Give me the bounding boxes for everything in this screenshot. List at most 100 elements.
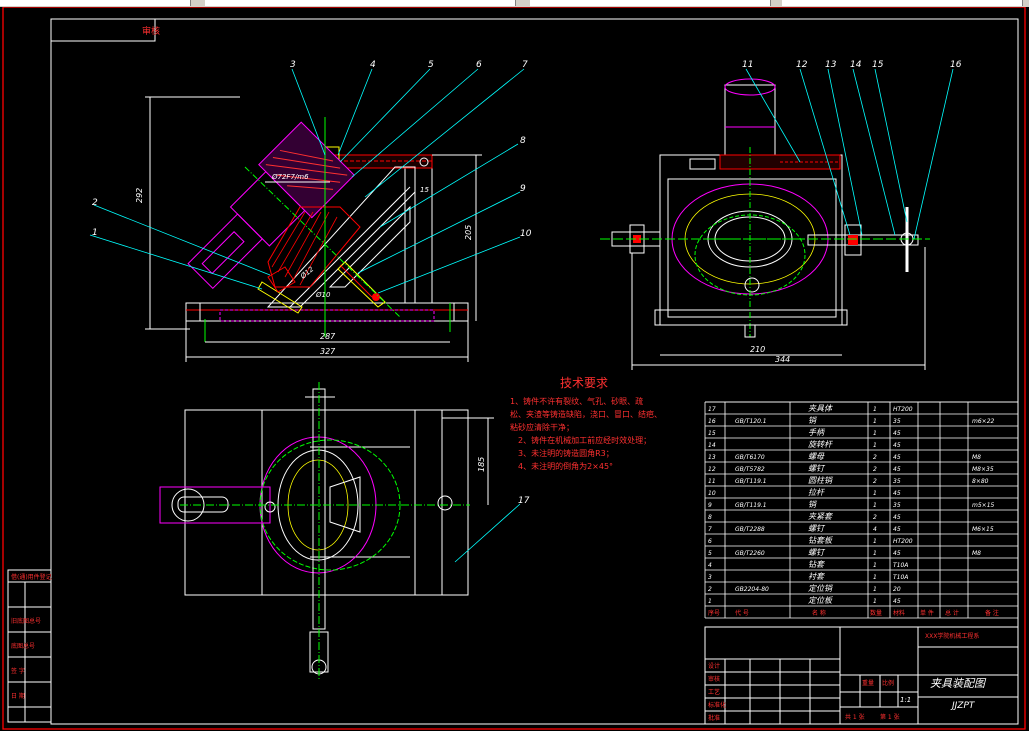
side-leader-lines: [745, 68, 954, 240]
left-strip-label: 签 字: [11, 667, 25, 675]
leader-13: 13: [825, 60, 837, 70]
cad-drawing-canvas[interactable]: 审核 借(通)用件登记 旧底图总号 底图总号 签 字 日 期 292 205 2…: [0, 7, 1029, 731]
drawing-name: 夹具装配图: [930, 677, 987, 690]
tb-mass: 重量: [862, 679, 874, 687]
bom-header-total: 总 计: [945, 609, 959, 617]
tb-sheet-no: 第 1 张: [880, 713, 900, 721]
bom-header-code: 代 号: [735, 609, 749, 617]
bom-note: M6×15: [972, 526, 994, 533]
leader-7: 7: [522, 60, 528, 70]
bom-name: 圆柱销: [808, 476, 834, 485]
bom-code: GB2204-80: [735, 586, 769, 593]
bom-qty: 2: [873, 454, 877, 461]
tb-standard: 标准化: [708, 701, 726, 709]
bom-no: 1: [708, 598, 712, 605]
tb-approve: 批准: [708, 714, 720, 722]
tech-req-line: 2、铸件在机械加工前应经时效处理；: [518, 435, 651, 445]
leader-1: 1: [92, 228, 98, 238]
leader-16: 16: [950, 60, 962, 70]
bom-note: M8: [972, 550, 981, 557]
side-view[interactable]: [600, 78, 930, 370]
dim-width-344: 344: [775, 355, 790, 364]
bom-no: 11: [708, 478, 716, 485]
bom-name: 钻套板: [808, 536, 833, 545]
bom-qty: 1: [873, 550, 877, 557]
window-tab[interactable]: [0, 0, 191, 6]
bom-qty: 1: [873, 586, 877, 593]
dim-15: 15: [420, 186, 429, 194]
bom-mat: 45: [893, 454, 901, 461]
window-tab[interactable]: [530, 0, 771, 6]
leader-9: 9: [520, 184, 526, 194]
leader-10: 10: [520, 229, 532, 239]
bom-qty: 1: [873, 442, 877, 449]
dim-width-327: 327: [320, 347, 336, 356]
bom-code: GB/T6170: [735, 454, 765, 461]
dim-height-205: 205: [464, 225, 473, 240]
top-view[interactable]: [159, 382, 494, 679]
dim-diameter-10: Ø10: [315, 291, 331, 299]
bom-no: 9: [708, 502, 712, 509]
leader-6: 6: [476, 60, 482, 70]
bom-header-qty: 数量: [870, 609, 882, 617]
bom-note: m5×15: [972, 502, 995, 509]
window-topbar: [0, 0, 1029, 7]
tech-req-line: 松、夹渣等铸造缺陷，浇口、冒口、结疤、: [510, 409, 662, 419]
bom-name: 手柄: [808, 428, 826, 437]
bom-no: 5: [708, 550, 712, 557]
bom-mat: 45: [893, 526, 901, 533]
bom-no: 15: [708, 430, 716, 437]
bom-mat: 45: [893, 598, 901, 605]
bom-qty: 1: [873, 406, 877, 413]
bom-name: 钻套: [808, 560, 825, 569]
bom-name: 销: [808, 500, 818, 509]
tb-scale: 1:1: [900, 696, 911, 704]
left-strip-label: 旧底图总号: [11, 617, 41, 625]
left-strip-label: 借(通)用件登记: [11, 573, 52, 581]
bom-qty: 1: [873, 430, 877, 437]
bom-name: 螺钉: [808, 524, 826, 533]
left-strip-label: 日 期: [11, 692, 25, 700]
bom-mat: 35: [893, 478, 901, 485]
bom-name: 夹紧套: [808, 512, 833, 521]
leader-11: 11: [742, 60, 753, 70]
sheet-outer-border: [2, 7, 1026, 730]
leader-17: 17: [518, 496, 530, 506]
bom-no: 2: [708, 586, 712, 593]
window-tab[interactable]: [205, 0, 516, 6]
bom-mat: T10A: [893, 574, 908, 581]
bom-name: 销: [808, 416, 818, 425]
tech-req-line: 粘砂应清除干净；: [510, 422, 574, 432]
bom-qty: 1: [873, 502, 877, 509]
bom-qty: 1: [873, 538, 877, 545]
bom-no: 10: [708, 490, 716, 497]
bom-mat: 45: [893, 430, 901, 437]
bom-qty: 1: [873, 418, 877, 425]
bom-code: GB/T120.1: [735, 418, 767, 425]
bom-mat: 45: [893, 550, 901, 557]
bom-name: 定位销: [808, 584, 834, 593]
tech-req-line: 3、未注明的铸造圆角R3；: [518, 448, 614, 458]
bom-name: 衬套: [808, 572, 825, 581]
left-strip-label: 底图总号: [11, 642, 35, 650]
tb-design: 设计: [708, 662, 720, 670]
bom-qty: 2: [873, 478, 877, 485]
leader-15: 15: [872, 60, 884, 70]
bom-qty: 2: [873, 514, 877, 521]
bom-mat: 45: [893, 466, 901, 473]
bom-note: 8×80: [972, 478, 989, 485]
leader-8: 8: [520, 136, 526, 146]
front-view[interactable]: [145, 96, 482, 362]
dim-185: 185: [477, 457, 486, 472]
bom-mat: 20: [893, 586, 901, 593]
bom-qty: 4: [873, 526, 877, 533]
bill-of-materials: 17 夹具体 1 HT20016 GB/T120.1 销 1 35 m6×2215 手柄 1 4514…: [704, 401, 1019, 619]
bom-name: 旋转杆: [808, 440, 834, 449]
bom-code: GB/T2260: [735, 550, 765, 557]
window-tab[interactable]: [782, 0, 1023, 6]
bom-no: 3: [708, 574, 712, 581]
bom-mat: HT200: [893, 538, 913, 545]
tech-req-line: 1、铸件不许有裂纹、气孔、砂眼、疏: [510, 396, 643, 406]
bom-qty: 1: [873, 490, 877, 497]
bom-header-no: 序号: [708, 609, 720, 617]
